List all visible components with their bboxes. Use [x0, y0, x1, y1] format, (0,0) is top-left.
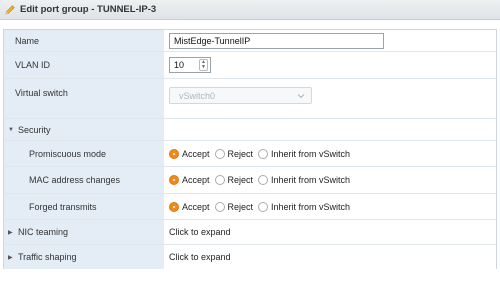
- promiscuous-mode-radio-group: Accept Reject Inherit from vSwitch: [169, 148, 355, 159]
- dialog-titlebar: Edit port group - TUNNEL-IP-3: [0, 0, 500, 20]
- mac-address-changes-label: MAC address changes: [4, 167, 164, 193]
- nic-teaming-row[interactable]: ▶ NIC teaming Click to expand: [4, 220, 496, 245]
- forged-accept-radio[interactable]: Accept: [169, 201, 210, 212]
- traffic-shaping-label: Traffic shaping: [18, 252, 77, 262]
- port-group-form: Name MistEdge-TunnelIP VLAN ID 10 ▲ ▼ Vir…: [3, 29, 497, 269]
- vswitch-label: Virtual switch: [4, 79, 164, 118]
- radio-empty-icon: [258, 175, 269, 185]
- mac-changes-reject-radio[interactable]: Reject: [214, 175, 253, 185]
- mac-address-changes-row: MAC address changes Accept Reject Inheri…: [4, 167, 496, 194]
- promiscuous-reject-radio[interactable]: Reject: [214, 148, 253, 159]
- promiscuous-accept-radio[interactable]: Accept: [169, 148, 210, 159]
- security-section-header[interactable]: ▼ Security: [4, 119, 164, 140]
- name-row: Name MistEdge-TunnelIP: [4, 30, 496, 52]
- promiscuous-inherit-radio[interactable]: Inherit from vSwitch: [258, 148, 350, 159]
- forged-transmits-label: Forged transmits: [4, 194, 164, 219]
- traffic-shaping-row[interactable]: ▶ Traffic shaping Click to expand: [4, 245, 496, 269]
- radio-empty-icon: [214, 148, 225, 159]
- radio-selected-icon: [169, 201, 179, 212]
- nic-teaming-header[interactable]: ▶ NIC teaming: [4, 220, 164, 244]
- mac-changes-accept-radio[interactable]: Accept: [169, 175, 210, 185]
- forged-inherit-radio[interactable]: Inherit from vSwitch: [258, 201, 350, 212]
- radio-empty-icon: [258, 201, 269, 212]
- vlan-id-value: 10: [174, 60, 185, 70]
- nic-teaming-expand-link[interactable]: Click to expand: [169, 227, 231, 237]
- radio-empty-icon: [258, 148, 269, 159]
- collapse-arrow-icon: ▼: [8, 126, 14, 133]
- expand-arrow-icon: ▶: [8, 229, 13, 236]
- security-section-row[interactable]: ▼ Security: [4, 119, 496, 141]
- radio-selected-icon: [169, 175, 179, 185]
- nic-teaming-label: NIC teaming: [18, 227, 69, 237]
- promiscuous-mode-row: Promiscuous mode Accept Reject Inherit f…: [4, 141, 496, 167]
- forged-reject-radio[interactable]: Reject: [214, 201, 253, 212]
- expand-arrow-icon: ▶: [8, 254, 13, 261]
- forged-transmits-row: Forged transmits Accept Reject Inherit f…: [4, 194, 496, 220]
- promiscuous-mode-label: Promiscuous mode: [4, 141, 164, 166]
- stepper-arrows-icon[interactable]: ▲ ▼: [199, 59, 208, 71]
- pencil-icon: [5, 4, 15, 14]
- mac-changes-radio-group: Accept Reject Inherit from vSwitch: [169, 175, 355, 185]
- forged-transmits-radio-group: Accept Reject Inherit from vSwitch: [169, 201, 355, 212]
- traffic-shaping-expand-link[interactable]: Click to expand: [169, 252, 231, 262]
- traffic-shaping-header[interactable]: ▶ Traffic shaping: [4, 245, 164, 269]
- radio-empty-icon: [214, 201, 225, 212]
- vlan-row: VLAN ID 10 ▲ ▼: [4, 52, 496, 79]
- chevron-down-icon: [297, 93, 305, 98]
- mac-changes-inherit-radio[interactable]: Inherit from vSwitch: [258, 175, 350, 185]
- radio-selected-icon: [169, 148, 179, 159]
- vlan-label: VLAN ID: [4, 52, 164, 78]
- name-label: Name: [4, 30, 164, 51]
- vswitch-selected-value: vSwitch0: [179, 90, 216, 101]
- name-input[interactable]: MistEdge-TunnelIP: [169, 32, 384, 49]
- vswitch-row: Virtual switch vSwitch0: [4, 79, 496, 119]
- dialog-title: Edit port group - TUNNEL-IP-3: [20, 4, 157, 15]
- vlan-id-stepper[interactable]: 10 ▲ ▼: [169, 57, 211, 73]
- security-label: Security: [18, 124, 51, 135]
- radio-empty-icon: [214, 175, 225, 185]
- vswitch-select[interactable]: vSwitch0: [169, 87, 312, 104]
